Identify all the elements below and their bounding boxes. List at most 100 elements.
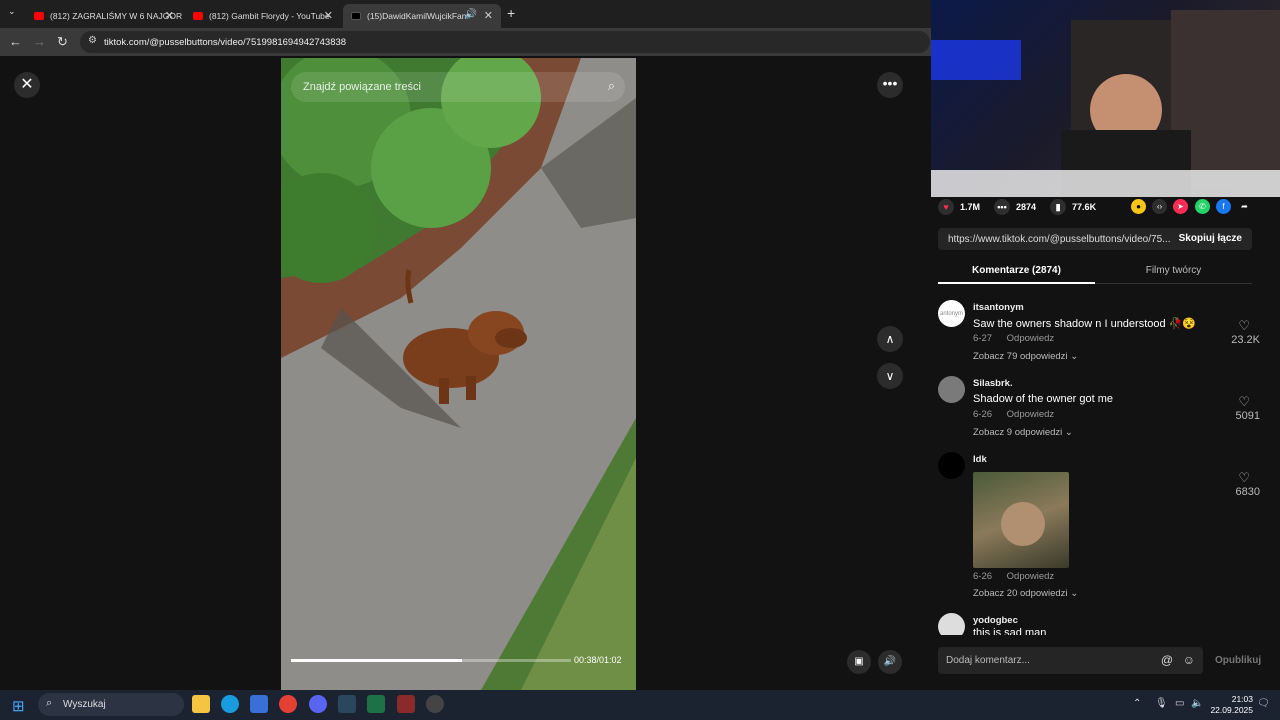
url-text: tiktok.com/@pusselbuttons/video/75199816… [104, 36, 347, 48]
emoji-icon[interactable]: ☺ [1183, 653, 1195, 667]
heart-icon[interactable]: ♡ [1238, 394, 1250, 410]
game-icon[interactable] [397, 695, 415, 713]
view-replies-link[interactable]: Zobacz 20 odpowiedzi ⌄ [973, 588, 1078, 599]
browser-tab-2[interactable]: (812) Gambit Florydy - YouTube ✕ [185, 4, 341, 28]
send-icon[interactable]: ➤ [1173, 199, 1188, 214]
view-replies-link[interactable]: Zobacz 79 odpowiedzi ⌄ [973, 351, 1078, 362]
comment-username[interactable]: itsantonym [973, 302, 1024, 313]
tab-creator-videos[interactable]: Filmy twórcy [1095, 262, 1252, 284]
next-video-button[interactable]: ∨ [877, 363, 903, 389]
reload-icon[interactable]: ↻ [57, 34, 68, 50]
tab-comments[interactable]: Komentarze (2874) [938, 262, 1095, 284]
taskbar-search[interactable]: ⌕ Wyszukaj [38, 693, 184, 716]
reply-button[interactable]: Odpowiedz [1007, 333, 1055, 344]
comment-item: yodogbec this is sad man [938, 613, 1260, 635]
close-video-button[interactable]: ✕ [14, 72, 40, 98]
comment-username[interactable]: Silasbrk. [973, 378, 1013, 389]
chevron-down-icon: ⌄ [1070, 588, 1079, 599]
like-count: 1.7M [960, 202, 981, 212]
copy-link-button[interactable]: Skopiuj łącze [1179, 233, 1242, 244]
discord-icon[interactable] [309, 695, 327, 713]
chrome-icon[interactable] [279, 695, 297, 713]
save-stat[interactable]: ▮ 77.6K [1050, 199, 1096, 215]
url-input[interactable]: ⚙ tiktok.com/@pusselbuttons/video/751998… [80, 31, 930, 53]
view-replies-link[interactable]: Zobacz 9 odpowiedzi ⌄ [973, 427, 1073, 438]
volume-icon[interactable]: 🔈 [1191, 698, 1203, 709]
tray-overflow-icon[interactable]: ⌃ [1133, 698, 1141, 709]
whatsapp-icon[interactable]: ✆ [1195, 199, 1210, 214]
tab-list-icon[interactable]: ⌄ [8, 6, 16, 17]
related-search-input[interactable]: Znajdź powiązane treści ⌕ [291, 72, 625, 102]
search-icon[interactable]: ⌕ [608, 78, 615, 94]
comment-date: 6-26 [973, 409, 993, 420]
webcam-overlay [931, 0, 1280, 197]
comment-item: antonym itsantonym Saw the owners shadow… [938, 300, 1260, 370]
heart-icon[interactable]: ♡ [1238, 318, 1250, 334]
store-icon[interactable] [250, 695, 268, 713]
comment-image[interactable] [973, 472, 1069, 568]
comment-likes: 6830 [1235, 486, 1260, 498]
comment-stat[interactable]: ••• 2874 [994, 199, 1036, 215]
taskbar-search-label: Wyszukaj [63, 699, 106, 710]
share-arrow-icon[interactable]: ➦ [1237, 199, 1252, 214]
avatar[interactable] [938, 452, 965, 479]
chevron-down-icon: ⌄ [1070, 351, 1079, 362]
heart-icon[interactable]: ♡ [1238, 470, 1250, 486]
tab-title: (15)DawidKamilWujcikFam [367, 11, 467, 21]
file-explorer-icon[interactable] [192, 695, 210, 713]
video-progress-bar[interactable] [291, 659, 571, 662]
steam-icon[interactable] [338, 695, 356, 713]
close-tab-icon[interactable]: ✕ [484, 9, 493, 22]
webcam-image [931, 10, 1280, 197]
pip-button[interactable]: ▣ [847, 650, 871, 674]
comment-likes: 5091 [1235, 410, 1260, 422]
speaker-icon[interactable]: 🔊 [465, 9, 477, 20]
tiktok-icon [351, 12, 361, 20]
windows-start-icon[interactable]: ⊞ [12, 697, 25, 715]
new-tab-icon[interactable]: + [507, 5, 515, 21]
browser-tab-3[interactable]: (15)DawidKamilWujcikFam 🔊 ✕ [343, 4, 501, 28]
more-options-button[interactable]: ••• [877, 72, 903, 98]
previous-video-button[interactable]: ∧ [877, 326, 903, 352]
back-icon[interactable]: ← [9, 34, 22, 49]
avatar[interactable] [938, 613, 965, 635]
site-info-icon[interactable]: ⚙ [88, 35, 97, 46]
add-comment-input[interactable]: Dodaj komentarz... @ ☺ [938, 647, 1203, 674]
microphone-icon[interactable]: 🎙 [1155, 698, 1168, 709]
address-bar-row: ← → ↻ ⚙ tiktok.com/@pusselbuttons/video/… [0, 28, 931, 56]
reply-button[interactable]: Odpowiedz [1007, 409, 1055, 420]
video-player[interactable] [281, 58, 636, 690]
network-icon[interactable]: ▭ [1175, 698, 1184, 709]
video-time: 00:38/01:02 [574, 655, 622, 665]
comment-image-subject [1001, 502, 1045, 546]
edge-icon[interactable] [221, 695, 239, 713]
tab-title: (812) ZAGRALIŚMY W 6 NAJGOR [50, 11, 182, 21]
close-tab-icon[interactable]: ✕ [165, 9, 174, 22]
comment-username[interactable]: Idk [973, 454, 987, 465]
excel-icon[interactable] [367, 695, 385, 713]
comment-meta: 6-27 Odpowiedz [973, 333, 1054, 344]
comment-meta: 6-26 Odpowiedz [973, 571, 1054, 582]
coin-icon[interactable]: ● [1131, 199, 1146, 214]
comment-username[interactable]: yodogbec [973, 615, 1018, 626]
volume-button[interactable]: 🔊 [878, 650, 902, 674]
tab-title: (812) Gambit Florydy - YouTube [209, 11, 330, 21]
avatar[interactable] [938, 376, 965, 403]
chevron-down-icon: ⌄ [1064, 427, 1073, 438]
taskbar-clock[interactable]: 21:03 22.09.2025 [1205, 694, 1253, 716]
close-tab-icon[interactable]: ✕ [324, 9, 333, 22]
panel-tabs: Komentarze (2874) Filmy twórcy [938, 262, 1252, 284]
like-stat[interactable]: ♥ 1.7M [938, 199, 980, 215]
bookmark-icon: ▮ [1050, 199, 1067, 215]
facebook-icon[interactable]: f [1216, 199, 1231, 214]
browser-tab-1[interactable]: (812) ZAGRALIŚMY W 6 NAJGOR ✕ [26, 4, 182, 28]
forward-icon[interactable]: → [33, 34, 46, 49]
heart-icon: ♥ [938, 199, 954, 215]
embed-icon[interactable]: ‹› [1152, 199, 1167, 214]
publish-button[interactable]: Opublikuj [1215, 655, 1261, 666]
app-icon[interactable] [426, 695, 444, 713]
notification-icon[interactable]: 🗨 [1257, 698, 1270, 709]
mention-icon[interactable]: @ [1161, 653, 1173, 667]
reply-button[interactable]: Odpowiedz [1007, 571, 1055, 582]
avatar[interactable]: antonym [938, 300, 965, 327]
